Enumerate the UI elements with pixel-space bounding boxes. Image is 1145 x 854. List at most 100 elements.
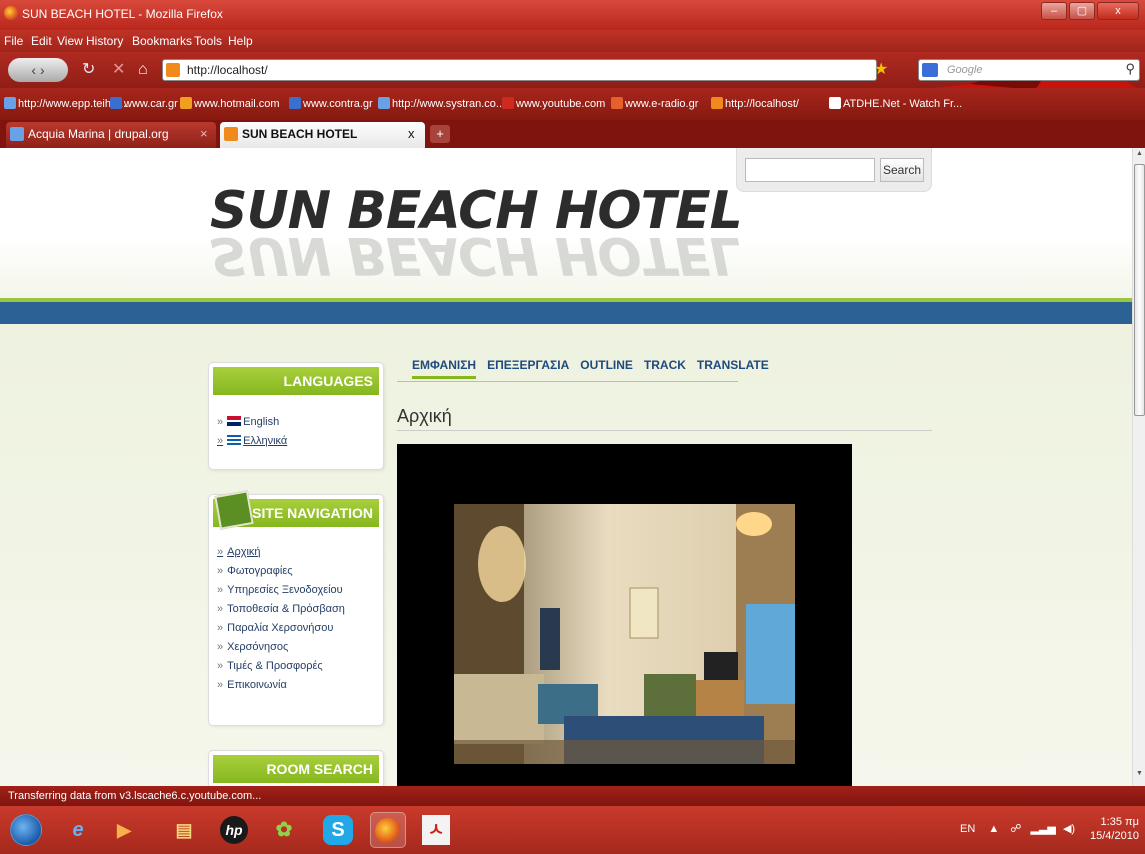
acrobat-icon[interactable]: ㅅ [418, 812, 454, 848]
bookmark-item[interactable]: www.car.gr [110, 97, 178, 110]
greek-flag-icon [227, 435, 242, 445]
media-player-icon[interactable]: ▶ [106, 812, 142, 848]
nav-photos[interactable]: » Φωτογραφίες [217, 562, 345, 581]
firefox-icon [4, 6, 18, 20]
start-button-icon[interactable] [10, 814, 42, 846]
nav-hersonissos[interactable]: » Χερσόνησος [217, 638, 345, 657]
languages-block: LANGUAGES » English » Ελληνικά [208, 362, 384, 470]
menu-bar: File Edit View History Bookmarks Tools H… [0, 30, 1145, 52]
nav-prices[interactable]: » Τιμές & Προσφορές [217, 657, 345, 676]
bookmark-star-icon[interactable]: ★ [874, 59, 888, 79]
bookmark-item[interactable]: www.hotmail.com [180, 97, 280, 110]
tray-expand-icon[interactable]: ▲ [988, 823, 999, 835]
web-search-field[interactable]: Google ⚲ [918, 59, 1140, 81]
system-tray: EN ▲ ☍ ▂▃▅ ◀) [960, 822, 1075, 835]
ie-icon[interactable]: e [60, 812, 96, 848]
bookmark-item[interactable]: http://www.systran.co... [378, 97, 505, 110]
language-indicator[interactable]: EN [960, 823, 975, 835]
language-greek[interactable]: » Ελληνικά [217, 432, 287, 451]
bookmark-item[interactable]: www.youtube.com [502, 97, 605, 110]
system-clock[interactable]: 1:35 πμ 15/4/2010 [1090, 815, 1139, 843]
tab-strip: Acquia Marina | drupal.org × SUN BEACH H… [0, 120, 1145, 148]
menu-history[interactable]: History [86, 34, 123, 48]
nav-location[interactable]: » Τοποθεσία & Πρόσβαση [217, 600, 345, 619]
bookmark-item[interactable]: http://localhost/ [711, 97, 799, 110]
bookmarks-toolbar: http://www.epp.teiher... www.car.gr www.… [0, 88, 1145, 120]
tab-track[interactable]: TRACK [644, 358, 686, 379]
bookmark-item[interactable]: ATDHE.Net - Watch Fr... [829, 97, 962, 110]
menu-file[interactable]: File [4, 34, 23, 48]
tab-translate[interactable]: TRANSLATE [697, 358, 769, 379]
msn-butterfly-icon [180, 97, 192, 109]
tab-sun-beach-hotel[interactable]: SUN BEACH HOTEL x [220, 122, 425, 148]
nav-contact[interactable]: » Επικοινωνία [217, 676, 345, 695]
contra-icon [289, 97, 301, 109]
hp-icon[interactable]: hp [216, 812, 252, 848]
nav-home[interactable]: » Αρχική [217, 543, 345, 562]
window-controls: – ▢ x [1041, 2, 1139, 20]
site-search-button[interactable]: Search [880, 158, 924, 182]
tab-close-icon[interactable]: × [200, 122, 208, 146]
tab-acquia-marina[interactable]: Acquia Marina | drupal.org × [6, 122, 216, 148]
reload-icon[interactable]: ↻ [82, 61, 95, 79]
page-title: Αρχική [397, 406, 452, 426]
scroll-down-icon[interactable]: ▼ [1134, 770, 1145, 784]
youtube-icon [502, 97, 514, 109]
page-viewport: SUN BEACH HOTEL SUN BEACH HOTEL Search L… [0, 148, 1132, 786]
page-scrollbar[interactable]: ▲ ▼ [1132, 148, 1145, 786]
chalkboard-icon [214, 490, 254, 530]
site-header: SUN BEACH HOTEL SUN BEACH HOTEL Search [0, 148, 1132, 298]
scroll-up-icon[interactable]: ▲ [1134, 150, 1145, 164]
new-tab-button[interactable]: + [430, 125, 450, 143]
window-title: SUN BEACH HOTEL - Mozilla Firefox [22, 7, 223, 21]
magnifier-icon[interactable]: ⚲ [1125, 61, 1135, 77]
menu-edit[interactable]: Edit [31, 34, 52, 48]
title-divider [397, 430, 932, 431]
firefox-taskbar-icon[interactable] [370, 812, 406, 848]
network-icon[interactable]: ☍ [1010, 823, 1021, 835]
bookmark-item[interactable]: www.e-radio.gr [611, 97, 698, 110]
tabs-divider [397, 381, 738, 382]
paint-icon[interactable]: ✿ [266, 812, 302, 848]
bookmark-item[interactable]: www.contra.gr [289, 97, 373, 110]
menu-tools[interactable]: Tools [194, 34, 222, 48]
site-navigation-title: SITE NAVIGATION [213, 490, 379, 530]
minimize-button[interactable]: – [1041, 2, 1067, 20]
volume-icon[interactable]: ◀) [1063, 823, 1075, 835]
skype-icon[interactable]: S [320, 812, 356, 848]
site-logo[interactable]: SUN BEACH HOTEL [210, 182, 743, 240]
menu-help[interactable]: Help [228, 34, 253, 48]
video-player[interactable] [397, 444, 852, 786]
back-forward-button[interactable]: ‹ › [8, 58, 68, 82]
maximize-button[interactable]: ▢ [1069, 2, 1095, 20]
url-bar[interactable]: http://localhost/ [162, 59, 877, 81]
nav-services[interactable]: » Υπηρεσίες Ξενοδοχείου [217, 581, 345, 600]
hotel-room-video-frame [454, 504, 795, 764]
tab-view[interactable]: ΕΜΦΑΝΙΣΗ [412, 358, 477, 379]
tab-edit[interactable]: ΕΠΕΞΕΡΓΑΣΙΑ [487, 358, 569, 379]
google-icon [922, 63, 938, 77]
languages-title: LANGUAGES [213, 367, 379, 395]
systran-icon [378, 97, 390, 109]
scrollbar-thumb[interactable] [1134, 164, 1145, 416]
radio-icon [611, 97, 623, 109]
home-icon[interactable]: ⌂ [138, 61, 148, 79]
url-text: http://localhost/ [187, 63, 268, 77]
site-search-input[interactable] [745, 158, 875, 182]
web-search-placeholder: Google [947, 64, 983, 76]
tab-close-icon[interactable]: x [408, 122, 415, 146]
stop-icon[interactable]: ✕ [112, 61, 125, 79]
nav-beach[interactable]: » Παραλία Χερσονήσου [217, 619, 345, 638]
explorer-icon[interactable]: ▤ [166, 812, 202, 848]
close-button[interactable]: x [1097, 2, 1139, 20]
menu-view[interactable]: View [57, 34, 83, 48]
tab-label: SUN BEACH HOTEL [242, 127, 358, 141]
language-english[interactable]: » English [217, 413, 287, 432]
content-tabs: ΕΜΦΑΝΙΣΗ ΕΠΕΞΕΡΓΑΣΙΑ OUTLINE TRACK TRANS… [412, 358, 780, 379]
page-icon [829, 97, 841, 109]
drupal-icon [10, 127, 24, 141]
tab-label: Acquia Marina | drupal.org [28, 127, 169, 141]
tab-outline[interactable]: OUTLINE [580, 358, 633, 379]
menu-bookmarks[interactable]: Bookmarks [132, 34, 192, 48]
signal-icon[interactable]: ▂▃▅ [1031, 823, 1056, 835]
